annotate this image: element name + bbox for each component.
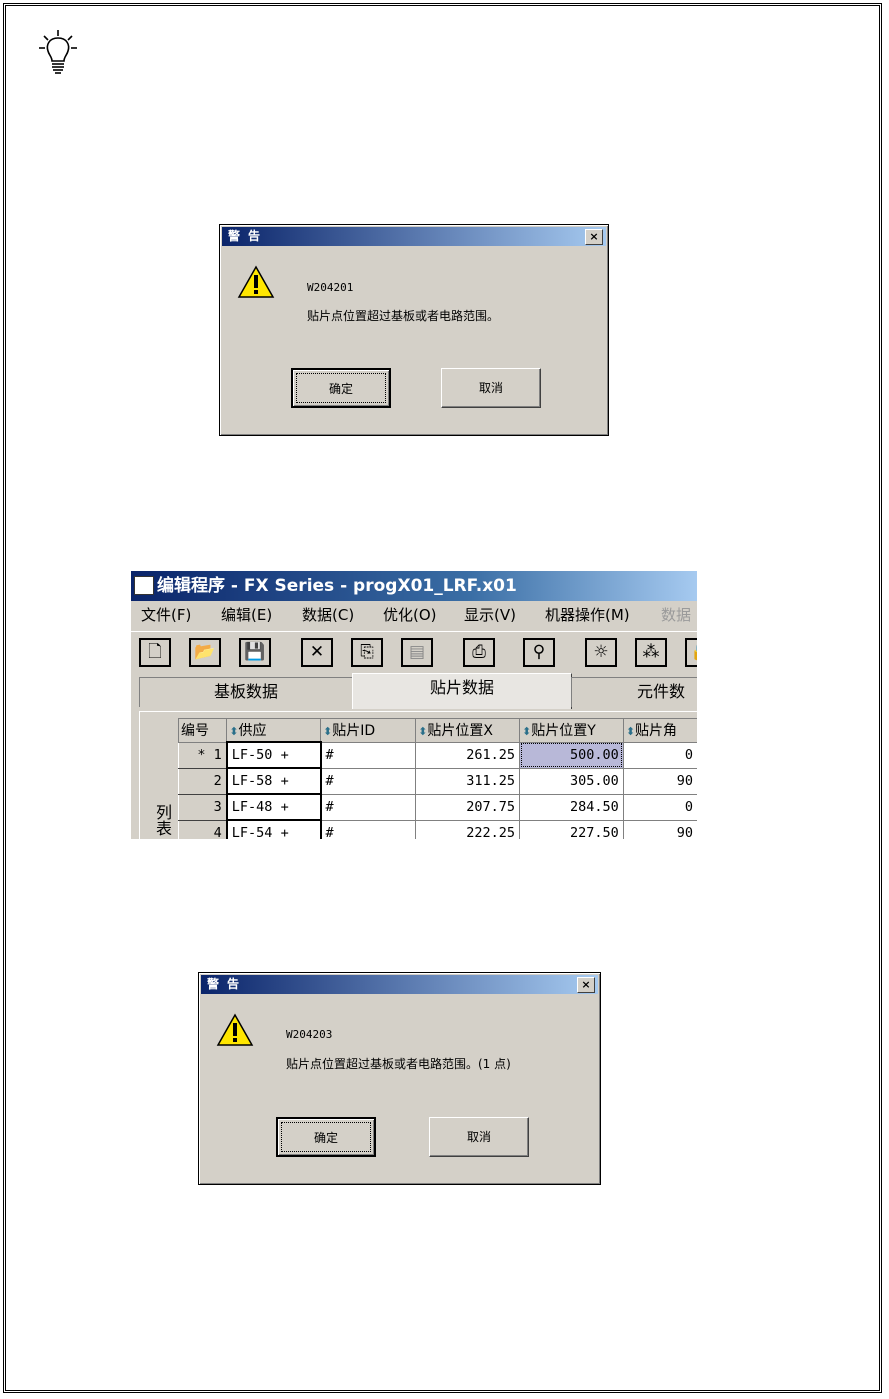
warning-message: 贴片点位置超过基板或者电路范围。: [307, 309, 500, 323]
cancel-button-label: 取消: [478, 381, 503, 395]
dialog-title: 警告: [228, 229, 269, 243]
col-header-pos-y[interactable]: ⬍贴片位置Y: [519, 718, 624, 743]
menu-data-2[interactable]: 数据: [661, 601, 691, 629]
warning-icon: [216, 1013, 254, 1046]
menu-file[interactable]: 文件(F): [141, 601, 191, 629]
col-header-supply[interactable]: ⬍供应: [226, 718, 321, 743]
dialog-titlebar: 警告 ×: [222, 227, 606, 246]
focus-ring: [281, 1122, 371, 1152]
close-icon[interactable]: ×: [577, 977, 595, 993]
print-icon[interactable]: ⎙: [463, 638, 495, 667]
toolbar: 🗋 📂 💾 ✕ ⎘ ▤ ⎙ ⚲ ☼ ⁂ 🔒: [131, 631, 697, 668]
supply-cell[interactable]: LF-54 +: [225, 819, 322, 839]
pos-x-cell[interactable]: 311.25: [415, 767, 521, 795]
row-number[interactable]: * 1: [177, 741, 228, 769]
warning-code: W204201: [307, 281, 354, 294]
ok-button[interactable]: 确定: [276, 1117, 376, 1157]
tab-strip: 基板数据 贴片数据 元件数: [131, 673, 697, 709]
cancel-button-label: 取消: [466, 1130, 491, 1144]
lightbulb-tool-icon[interactable]: ☼: [585, 638, 617, 667]
menubar: 文件(F) 编辑(E) 数据(C) 优化(O) 显示(V) 机器操作(M) 数据: [131, 601, 697, 629]
pos-y-cell[interactable]: 284.50: [519, 793, 624, 821]
pos-y-cell[interactable]: 305.00: [519, 767, 624, 795]
angle-cell[interactable]: 0: [622, 741, 697, 769]
tab-component-data[interactable]: 元件数: [571, 677, 697, 707]
row-number[interactable]: 4: [177, 819, 228, 839]
warning-message: 贴片点位置超过基板或者电路范围。(1 点): [286, 1057, 511, 1071]
supply-cell[interactable]: LF-48 +: [225, 793, 322, 821]
mount-id-cell[interactable]: #: [319, 793, 417, 821]
col-header-pos-x[interactable]: ⬍贴片位置X: [415, 718, 521, 743]
mount-data-table: 编号 ⬍供应 ⬍贴片ID ⬍贴片位置X ⬍贴片位置Y ⬍贴片角 * 1 LF-5…: [177, 718, 697, 839]
focus-ring: [296, 373, 386, 403]
dialog-titlebar: 警告 ×: [201, 975, 598, 994]
supply-cell[interactable]: LF-58 +: [225, 767, 322, 795]
window-titlebar: 编辑程序 - FX Series - progX01_LRF.x01: [131, 571, 697, 601]
lightbulb-icon: [39, 30, 77, 74]
angle-cell[interactable]: 0: [622, 793, 697, 821]
table-header-row: 编号 ⬍供应 ⬍贴片ID ⬍贴片位置X ⬍贴片位置Y ⬍贴片角: [177, 718, 697, 743]
menu-optimize[interactable]: 优化(O): [383, 601, 437, 629]
row-number[interactable]: 3: [177, 793, 228, 821]
new-file-icon[interactable]: 🗋: [139, 638, 171, 667]
window-title: 编辑程序 - FX Series - progX01_LRF.x01: [157, 576, 517, 596]
open-folder-icon[interactable]: 📂: [189, 638, 221, 667]
warning-code: W204203: [286, 1028, 333, 1041]
row-number[interactable]: 2: [177, 767, 228, 795]
table-row[interactable]: 4 LF-54 + # 222.25 227.50 90: [177, 819, 697, 839]
network-icon[interactable]: ⁂: [635, 638, 667, 667]
sort-icon: ⬍: [522, 725, 532, 739]
sort-icon: ⬍: [625, 725, 636, 739]
cancel-button[interactable]: 取消: [429, 1117, 529, 1157]
warning-icon: [237, 265, 275, 298]
tab-mount-data[interactable]: 贴片数据: [352, 673, 572, 709]
paste-icon[interactable]: ▤: [401, 638, 433, 667]
close-icon[interactable]: ×: [585, 229, 603, 245]
table-row[interactable]: 2 LF-58 + # 311.25 305.00 90: [177, 767, 697, 795]
dialog-title: 警告: [207, 977, 248, 991]
menu-data[interactable]: 数据(C): [302, 601, 354, 629]
sort-icon: ⬍: [418, 725, 428, 739]
table-row[interactable]: 3 LF-48 + # 207.75 284.50 0: [177, 793, 697, 821]
pos-x-cell[interactable]: 261.25: [415, 741, 521, 769]
menu-edit[interactable]: 编辑(E): [221, 601, 272, 629]
mount-id-cell[interactable]: #: [319, 741, 417, 769]
list-side-label: 列表: [153, 804, 172, 836]
menu-view[interactable]: 显示(V): [464, 601, 516, 629]
pos-x-cell[interactable]: 207.75: [415, 793, 521, 821]
col-header-angle[interactable]: ⬍贴片角: [622, 718, 697, 743]
sort-icon: ⬍: [323, 725, 333, 739]
mount-id-cell[interactable]: #: [319, 819, 417, 839]
sort-icon: ⬍: [229, 725, 239, 738]
menu-machine[interactable]: 机器操作(M): [545, 601, 630, 629]
find-icon[interactable]: ⚲: [523, 638, 555, 667]
copy-icon[interactable]: ⎘: [351, 638, 383, 667]
supply-cell[interactable]: LF-50 +: [225, 741, 322, 769]
pos-y-cell[interactable]: 500.00: [519, 741, 624, 769]
lock-icon[interactable]: 🔒: [685, 638, 697, 667]
col-header-number[interactable]: 编号: [177, 718, 228, 743]
app-icon: [134, 576, 154, 595]
edit-program-window: 编辑程序 - FX Series - progX01_LRF.x01 文件(F)…: [131, 571, 697, 839]
pos-y-cell[interactable]: 227.50: [519, 819, 624, 839]
angle-cell[interactable]: 90: [622, 819, 697, 839]
save-icon[interactable]: 💾: [239, 638, 271, 667]
warning-dialog-2: 警告 × W204203 贴片点位置超过基板或者电路范围。(1 点) 确定 取消: [198, 972, 601, 1185]
table-row[interactable]: * 1 LF-50 + # 261.25 500.00 0: [177, 741, 697, 769]
pos-x-cell[interactable]: 222.25: [415, 819, 521, 839]
mount-id-cell[interactable]: #: [319, 767, 417, 795]
cut-icon[interactable]: ✕: [301, 638, 333, 667]
cancel-button[interactable]: 取消: [441, 368, 541, 408]
col-header-mount-id[interactable]: ⬍贴片ID: [319, 718, 417, 743]
ok-button[interactable]: 确定: [291, 368, 391, 408]
angle-cell[interactable]: 90: [622, 767, 697, 795]
warning-dialog-1: 警告 × W204201 贴片点位置超过基板或者电路范围。 确定 取消: [219, 224, 609, 436]
tab-board-data[interactable]: 基板数据: [139, 677, 353, 707]
grid-area: 列表 编号 ⬍供应 ⬍贴片ID ⬍贴片位置X ⬍贴片位置Y ⬍贴片角 * 1 L…: [139, 711, 697, 839]
